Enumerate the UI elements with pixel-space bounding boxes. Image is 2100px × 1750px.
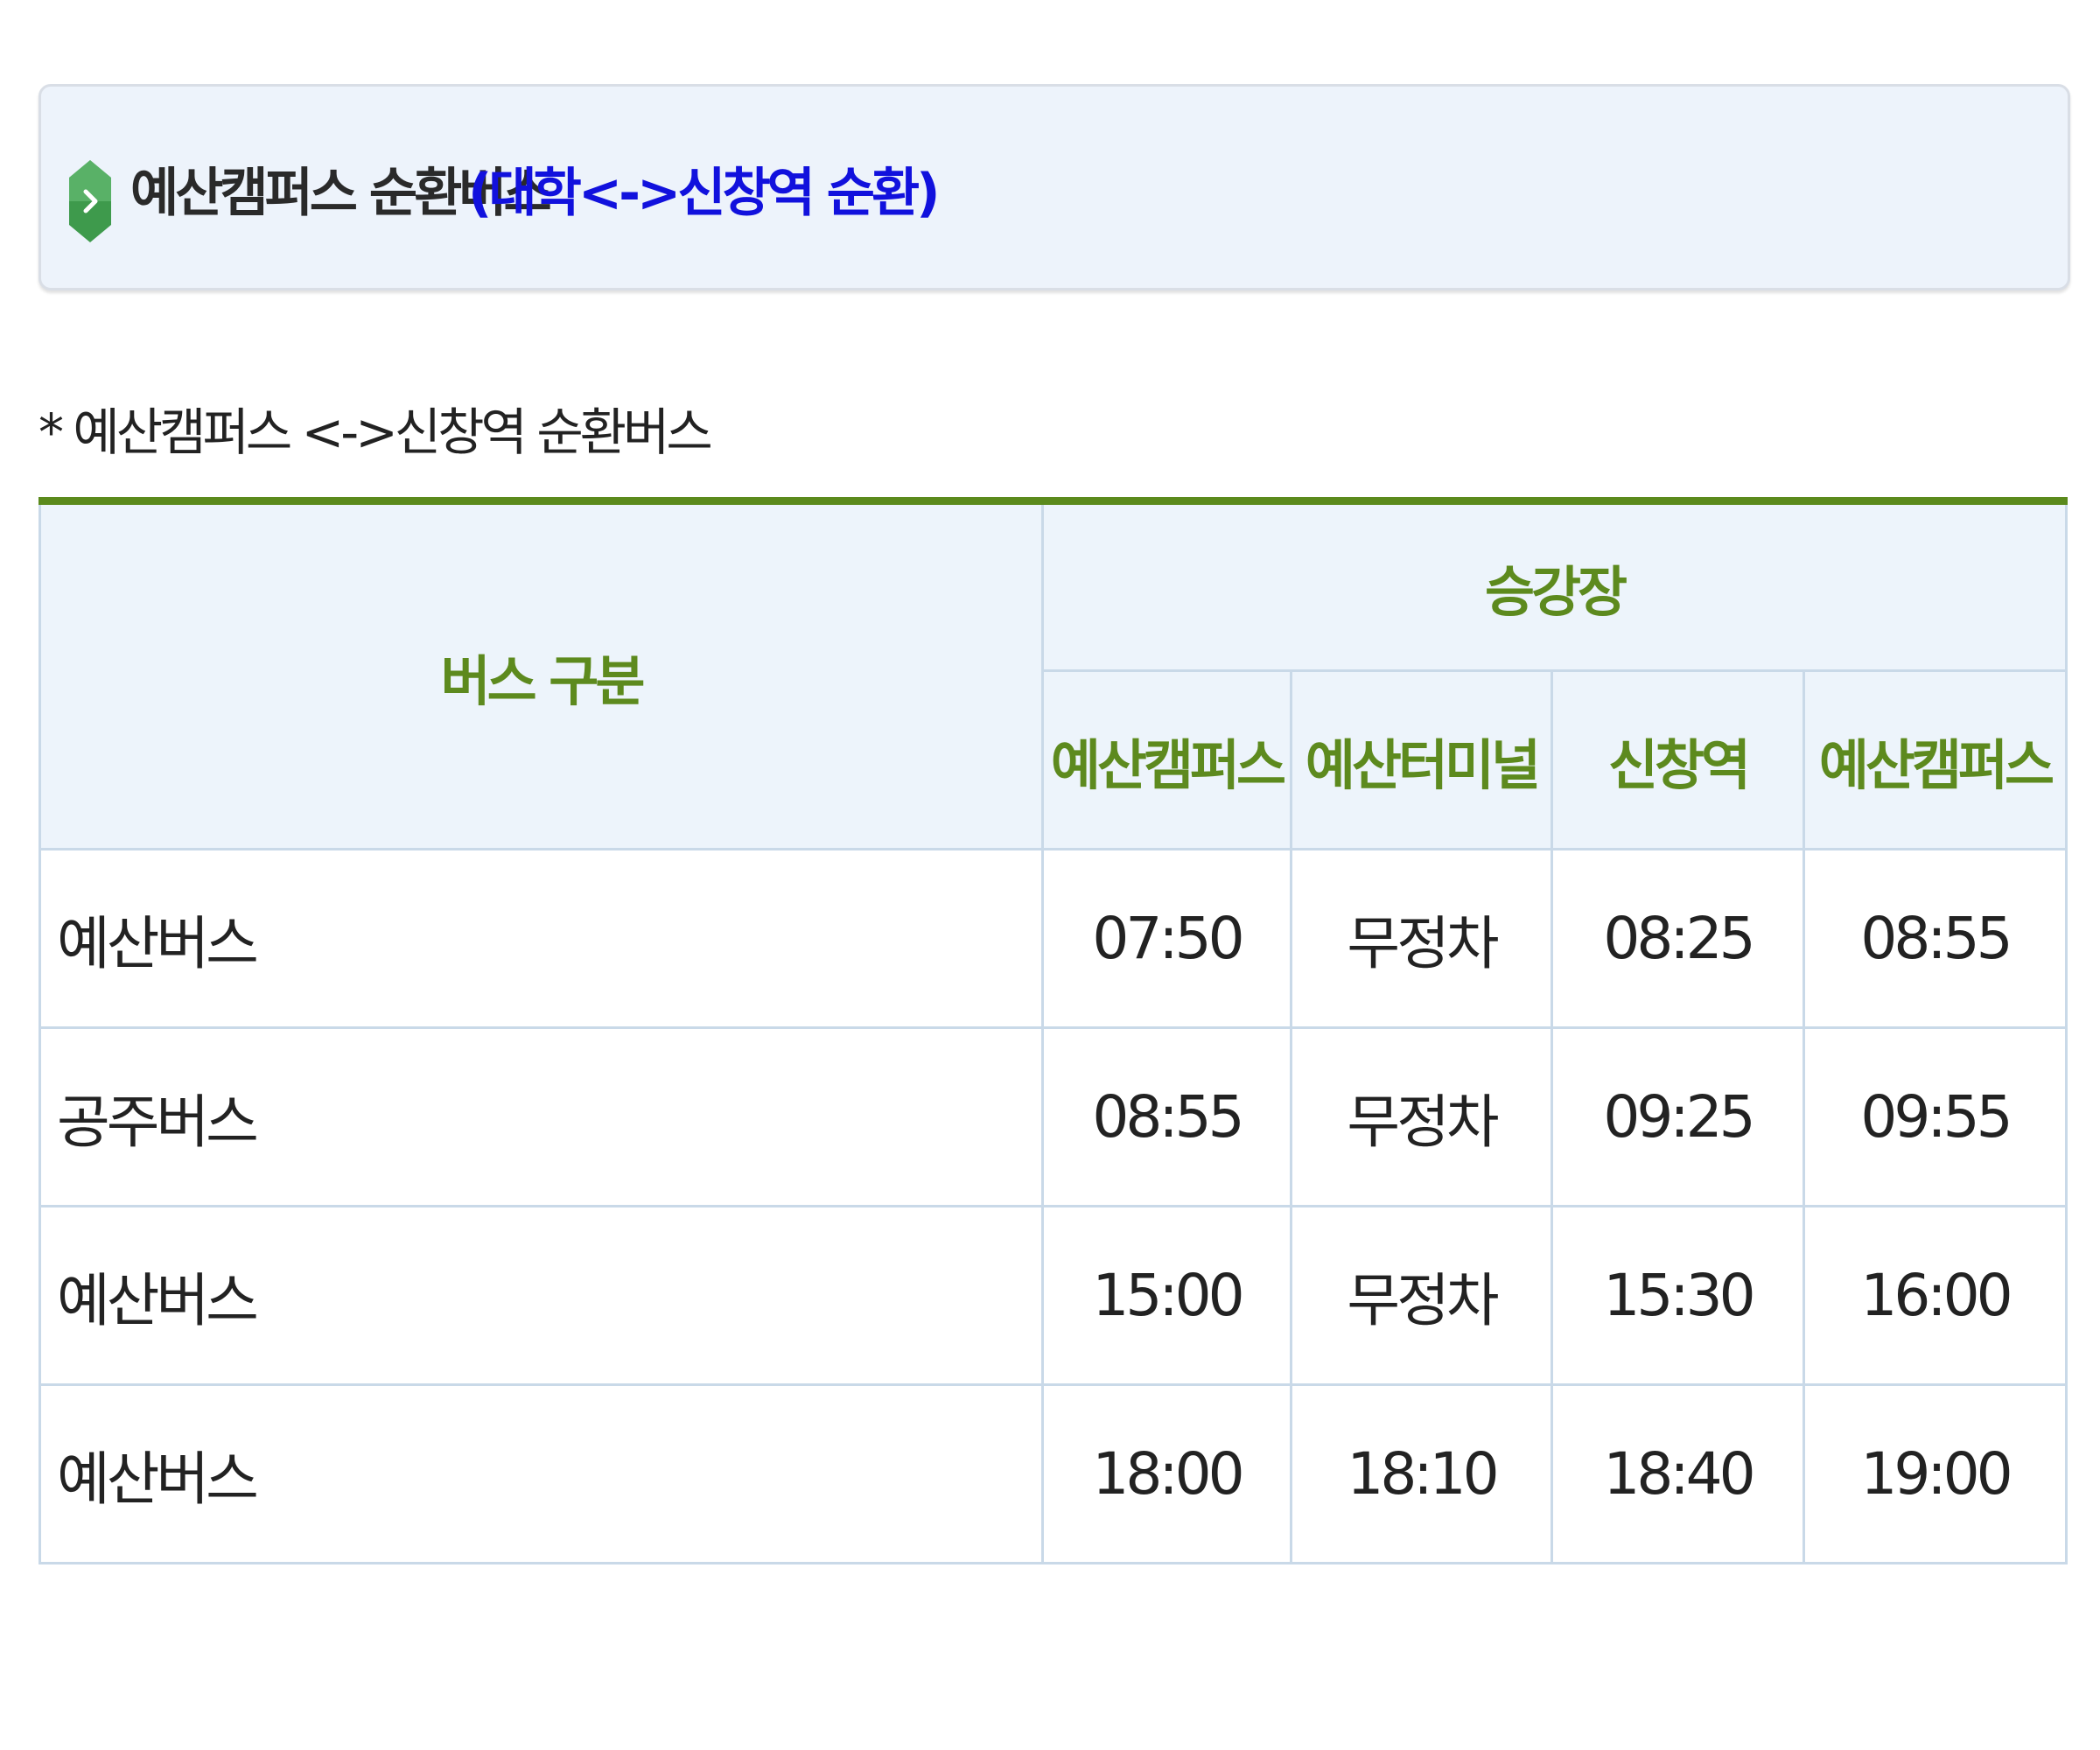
bus-type-cell: 예산버스 — [38, 848, 1044, 1029]
time-cell: 18:10 — [1290, 1383, 1553, 1564]
table-row: 예산버스 07:50 무정차 08:25 08:55 — [38, 848, 2068, 1029]
time-cell: 07:50 — [1041, 848, 1292, 1029]
time-cell: 08:55 — [1041, 1026, 1292, 1208]
time-cell: 15:00 — [1041, 1205, 1292, 1386]
time-cell: 08:25 — [1550, 848, 1805, 1029]
stop-header: 신창역 — [1550, 669, 1805, 850]
header-row: 버스 구분 승강장 — [38, 500, 2068, 850]
time-cell: 무정차 — [1290, 1026, 1553, 1208]
stop-header: 예산캠퍼스 — [1041, 669, 1292, 850]
bus-type-cell: 예산버스 — [38, 1383, 1044, 1564]
chevron-right-icon — [69, 160, 111, 242]
time-cell: 무정차 — [1290, 848, 1553, 1029]
time-cell: 19:00 — [1802, 1383, 2068, 1564]
time-cell: 08:55 — [1802, 848, 2068, 1029]
time-cell: 15:30 — [1550, 1205, 1805, 1386]
time-cell: 09:25 — [1550, 1026, 1805, 1208]
page-subtitle: (대학<->신창역 순환) — [468, 163, 941, 224]
stops-header: 승강장 — [1041, 500, 2068, 672]
bus-type-cell: 예산버스 — [38, 1205, 1044, 1386]
bus-type-header: 버스 구분 — [38, 500, 1044, 850]
stop-header: 예산터미널 — [1290, 669, 1553, 850]
bus-type-cell: 공주버스 — [38, 1026, 1044, 1208]
time-cell: 18:00 — [1041, 1383, 1292, 1564]
bus-timetable: 버스 구분 승강장 예산캠퍼스 예산터미널 신창역 예산캠퍼스 예산버스 07:… — [38, 497, 2068, 1564]
table-row: 예산버스 15:00 무정차 15:30 16:00 — [38, 1205, 2068, 1386]
time-cell: 무정차 — [1290, 1205, 1553, 1386]
table-caption: * 예산캠퍼스 <->신창역 순환버스 — [38, 402, 713, 462]
title-box: 예산캠퍼스 순환버스 (대학<->신창역 순환) — [38, 84, 2070, 290]
time-cell: 18:40 — [1550, 1383, 1805, 1564]
time-cell: 16:00 — [1802, 1205, 2068, 1386]
table-row: 공주버스 08:55 무정차 09:25 09:55 — [38, 1026, 2068, 1208]
page: 예산캠퍼스 순환버스 (대학<->신창역 순환) * 예산캠퍼스 <->신창역 … — [0, 0, 2100, 1750]
stop-header: 예산캠퍼스 — [1802, 669, 2068, 850]
time-cell: 09:55 — [1802, 1026, 2068, 1208]
table-row: 예산버스 18:00 18:10 18:40 19:00 — [38, 1383, 2068, 1564]
